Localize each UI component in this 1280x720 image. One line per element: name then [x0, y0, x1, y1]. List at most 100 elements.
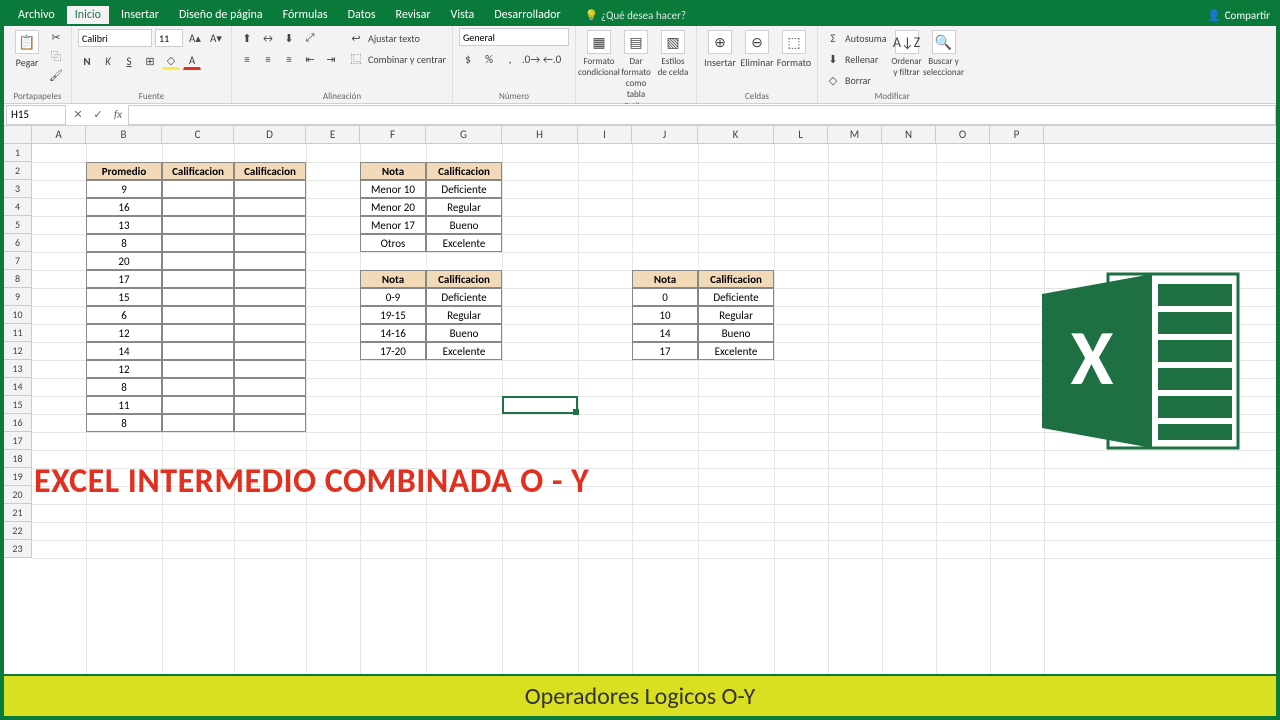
table-cell[interactable]: [162, 216, 234, 234]
column-headers[interactable]: ABCDEFGHIJKLMNOP: [4, 126, 1276, 144]
table-cell[interactable]: [234, 252, 306, 270]
table-cell[interactable]: Menor 10: [360, 180, 426, 198]
table-cell[interactable]: 17-20: [360, 342, 426, 360]
row-header[interactable]: 14: [4, 378, 32, 396]
formula-input[interactable]: [128, 105, 1276, 125]
col-header[interactable]: L: [774, 126, 828, 143]
table-cell[interactable]: 16: [86, 198, 162, 216]
sort-filter-button[interactable]: A↓ZOrdenar y filtrar: [890, 28, 924, 78]
table-header[interactable]: Nota: [632, 270, 698, 288]
table-cell[interactable]: Bueno: [426, 324, 502, 342]
paste-button[interactable]: 📋Pegar: [10, 28, 44, 69]
row-header[interactable]: 4: [4, 198, 32, 216]
table-cell[interactable]: [162, 342, 234, 360]
table-cell[interactable]: Menor 17: [360, 216, 426, 234]
table-cell[interactable]: [162, 180, 234, 198]
conditional-format-button[interactable]: ▦Formato condicional: [582, 28, 616, 78]
table-header[interactable]: Calificacion: [426, 162, 502, 180]
fill-button[interactable]: ⬇Rellenar: [824, 49, 887, 69]
col-header[interactable]: G: [426, 126, 502, 143]
table-cell[interactable]: [234, 234, 306, 252]
delete-cells-button[interactable]: ⊖Eliminar: [740, 28, 774, 69]
row-header[interactable]: 8: [4, 270, 32, 288]
row-header[interactable]: 22: [4, 522, 32, 540]
row-headers[interactable]: 1234567891011121314151617181920212223: [4, 144, 32, 558]
select-all-corner[interactable]: [4, 126, 32, 143]
table-cell[interactable]: 14-16: [360, 324, 426, 342]
row-header[interactable]: 1: [4, 144, 32, 162]
table-cell[interactable]: [234, 360, 306, 378]
spreadsheet-grid[interactable]: ABCDEFGHIJKLMNOP 12345678910111213141516…: [4, 126, 1276, 692]
table-cell[interactable]: 13: [86, 216, 162, 234]
table-cell[interactable]: 14: [86, 342, 162, 360]
table-cell[interactable]: Menor 20: [360, 198, 426, 216]
align-middle-button[interactable]: ↔: [259, 29, 277, 47]
table-cell[interactable]: 19-15: [360, 306, 426, 324]
percent-button[interactable]: %: [480, 50, 498, 68]
col-header[interactable]: K: [698, 126, 774, 143]
decrease-font-button[interactable]: A▾: [207, 29, 225, 47]
col-header[interactable]: E: [306, 126, 360, 143]
table-cell[interactable]: Deficiente: [426, 288, 502, 306]
table-cell[interactable]: Regular: [426, 306, 502, 324]
tab-archivo[interactable]: Archivo: [10, 6, 63, 24]
border-button[interactable]: ⊞: [141, 52, 159, 70]
col-header[interactable]: N: [882, 126, 936, 143]
tab-diseño-de-página[interactable]: Diseño de página: [171, 6, 271, 24]
col-header[interactable]: J: [632, 126, 698, 143]
table-cell[interactable]: 17: [632, 342, 698, 360]
table-cell[interactable]: Excelente: [426, 234, 502, 252]
merge-button[interactable]: ⿺Combinar y centrar: [347, 49, 446, 69]
row-header[interactable]: 2: [4, 162, 32, 180]
font-color-button[interactable]: A: [183, 52, 201, 70]
align-right-button[interactable]: ≡: [280, 50, 298, 68]
indent-inc-button[interactable]: ⇥: [322, 50, 340, 68]
number-format-select[interactable]: [459, 28, 569, 46]
row-header[interactable]: 10: [4, 306, 32, 324]
row-header[interactable]: 13: [4, 360, 32, 378]
table-header[interactable]: Calificacion: [162, 162, 234, 180]
fill-color-button[interactable]: ◇: [162, 52, 180, 70]
table-cell[interactable]: 0: [632, 288, 698, 306]
row-header[interactable]: 20: [4, 486, 32, 504]
tab-datos[interactable]: Datos: [340, 6, 384, 24]
table-cell[interactable]: 17: [86, 270, 162, 288]
table-cell[interactable]: 8: [86, 378, 162, 396]
col-header[interactable]: H: [502, 126, 578, 143]
table-cell[interactable]: 12: [86, 324, 162, 342]
decrease-decimal-button[interactable]: ←.0: [543, 50, 561, 68]
row-header[interactable]: 23: [4, 540, 32, 558]
table-cell[interactable]: Otros: [360, 234, 426, 252]
table-cell[interactable]: 15: [86, 288, 162, 306]
tab-inicio[interactable]: Inicio: [67, 6, 109, 24]
row-header[interactable]: 12: [4, 342, 32, 360]
font-size-select[interactable]: [155, 29, 183, 47]
row-header[interactable]: 7: [4, 252, 32, 270]
table-cell[interactable]: [234, 378, 306, 396]
col-header[interactable]: I: [578, 126, 632, 143]
row-header[interactable]: 16: [4, 414, 32, 432]
underline-button[interactable]: S: [120, 52, 138, 70]
font-name-select[interactable]: [78, 29, 152, 47]
copy-button[interactable]: ⿻: [47, 47, 65, 65]
tab-vista[interactable]: Vista: [443, 6, 483, 24]
name-box[interactable]: H15: [6, 105, 66, 125]
row-header[interactable]: 19: [4, 468, 32, 486]
align-center-button[interactable]: ≡: [259, 50, 277, 68]
table-cell[interactable]: [162, 252, 234, 270]
increase-decimal-button[interactable]: .0→: [522, 50, 540, 68]
col-header[interactable]: B: [86, 126, 162, 143]
row-header[interactable]: 18: [4, 450, 32, 468]
format-table-button[interactable]: ▤Dar formato como tabla: [619, 28, 653, 100]
table-header[interactable]: Calificacion: [698, 270, 774, 288]
table-cell[interactable]: [234, 342, 306, 360]
table-cell[interactable]: [234, 198, 306, 216]
table-header[interactable]: Calificacion: [234, 162, 306, 180]
table-cell[interactable]: [162, 378, 234, 396]
table-cell[interactable]: Bueno: [426, 216, 502, 234]
table-cell[interactable]: 12: [86, 360, 162, 378]
table-cell[interactable]: [162, 234, 234, 252]
table-cell[interactable]: 8: [86, 414, 162, 432]
tab-insertar[interactable]: Insertar: [113, 6, 167, 24]
insert-cells-button[interactable]: ⊕Insertar: [703, 28, 737, 69]
